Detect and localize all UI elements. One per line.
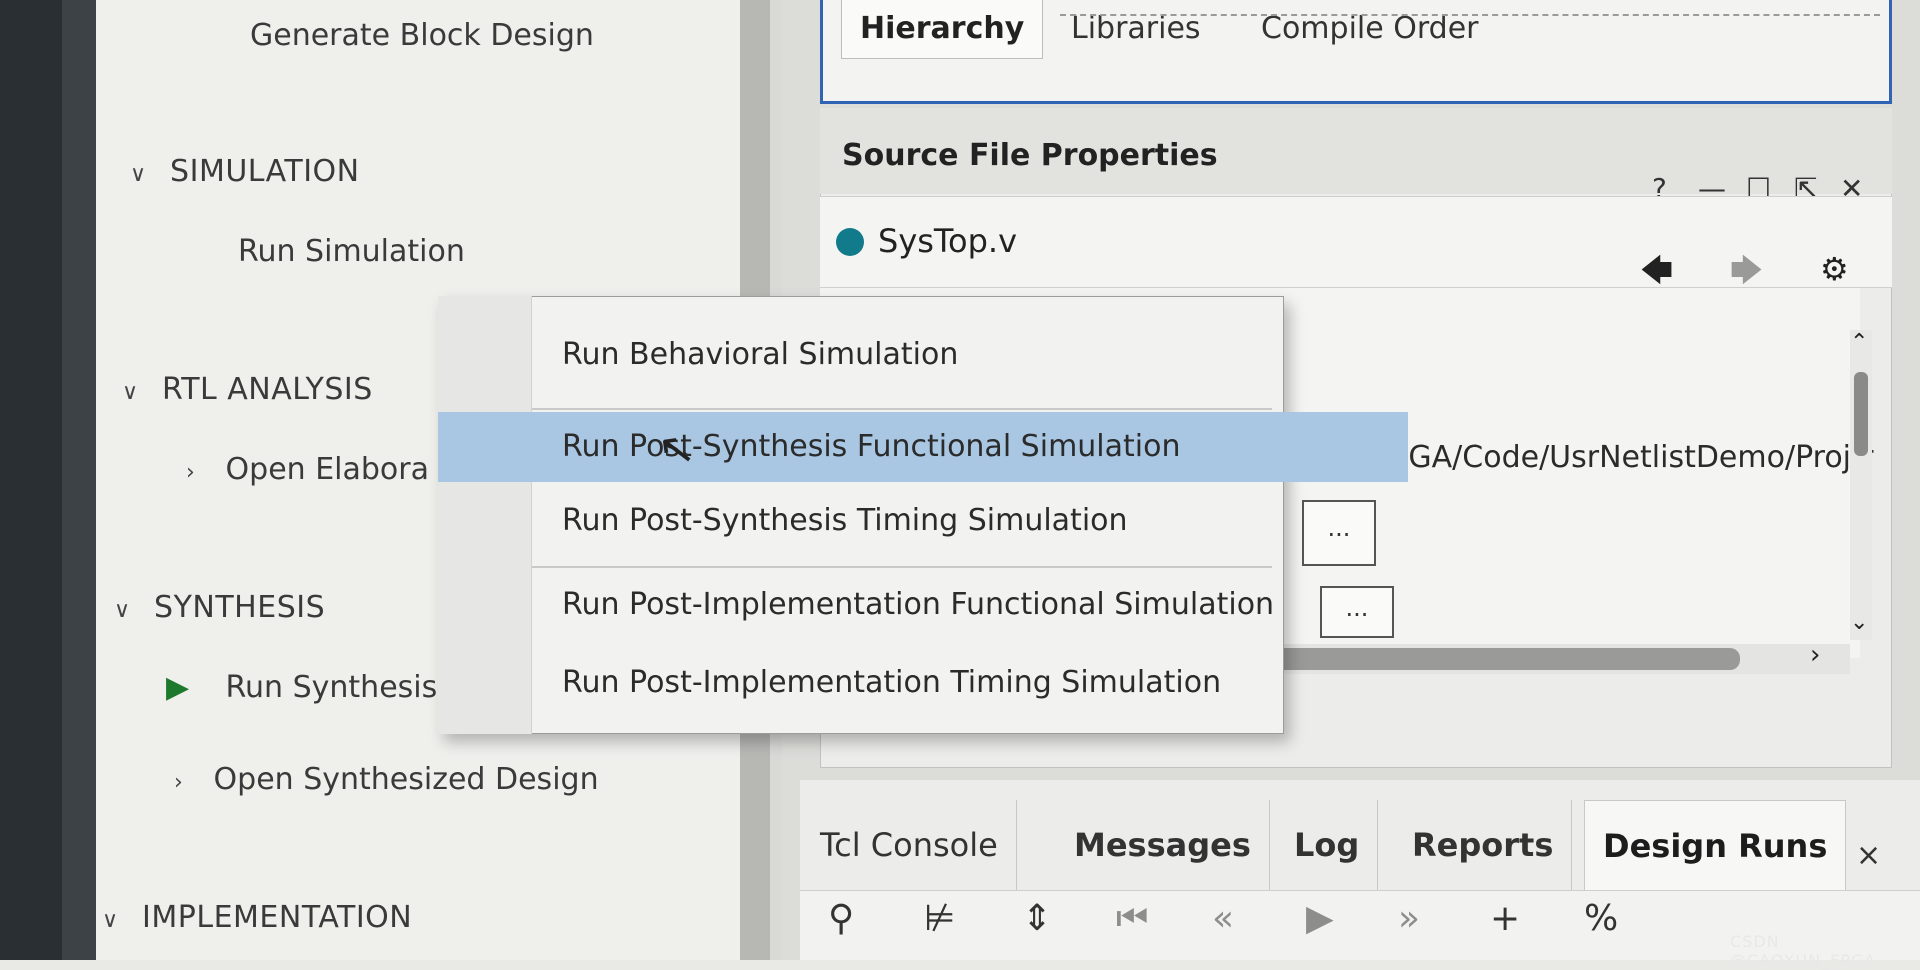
search-icon[interactable]: ⚲ (828, 898, 854, 939)
tab-compile-order[interactable]: Compile Order (1243, 0, 1497, 58)
nav-section-label: SIMULATION (170, 154, 360, 189)
mouse-cursor-icon: ↖ (654, 421, 699, 478)
nav-section-label: IMPLEMENTATION (142, 900, 413, 935)
close-icon[interactable]: × (1856, 838, 1881, 873)
nav-item-label: Run Synthesis (225, 670, 438, 705)
tab-libraries[interactable]: Libraries (1053, 0, 1219, 58)
nav-section-rtl-analysis[interactable]: ∨ RTL ANALYSIS (122, 372, 373, 407)
chevron-down-icon: ∨ (122, 380, 139, 405)
tab-tcl-console[interactable]: Tcl Console (802, 800, 1017, 890)
panel-title: Source File Properties (842, 138, 1218, 173)
collapse-all-icon[interactable]: ⊭ (924, 898, 955, 939)
file-name: SysTop.v (878, 222, 1018, 260)
watermark: CSDN @CAOXUN_FPGA (1730, 932, 1877, 970)
scrollbar-thumb[interactable] (1854, 372, 1868, 456)
plus-icon[interactable]: + (1490, 898, 1520, 939)
nav-section-implementation[interactable]: ∨ IMPLEMENTATION (102, 900, 412, 935)
window-bezel (0, 0, 62, 960)
nav-item-run-simulation[interactable]: Run Simulation (238, 234, 465, 269)
menu-item-run-post-synthesis-functional-simulation[interactable]: Run Post-Synthesis Functional Simulation (438, 412, 1408, 482)
file-status-dot (836, 228, 864, 256)
tab-log[interactable]: Log (1276, 800, 1379, 890)
run-play-icon: ▶ (166, 670, 190, 705)
tab-messages[interactable]: Messages (1056, 800, 1270, 890)
nav-item-run-synthesis[interactable]: ▶ Run Synthesis (166, 670, 437, 705)
next-icon[interactable]: » (1398, 898, 1420, 939)
nav-item-label: Open Synthesized Design (213, 762, 599, 797)
percent-icon[interactable]: % (1584, 898, 1618, 939)
play-icon[interactable]: ▶ (1306, 898, 1334, 939)
window-bezel-inner (62, 0, 96, 960)
tab-reports[interactable]: Reports (1394, 800, 1573, 890)
menu-item-run-behavioral-simulation[interactable]: Run Behavioral Simulation (438, 320, 1408, 390)
menu-item-run-post-implementation-functional-simulation[interactable]: Run Post-Implementation Functional Simul… (438, 570, 1408, 640)
nav-section-label: RTL ANALYSIS (162, 372, 373, 407)
chevron-down-icon[interactable]: ⌄ (1850, 610, 1868, 635)
menu-separator (532, 566, 1272, 568)
chevron-up-icon[interactable]: ⌃ (1850, 330, 1868, 355)
tab-design-runs[interactable]: Design Runs (1584, 800, 1847, 891)
nav-item-open-elaborated[interactable]: › Open Elabora (186, 452, 429, 487)
gear-icon[interactable]: ⚙ (1820, 250, 1849, 288)
chevron-right-icon: › (186, 460, 195, 485)
chevron-right-icon: › (174, 770, 183, 795)
first-icon[interactable]: ⏮ (1116, 898, 1148, 940)
chevron-right-icon[interactable]: › (1810, 640, 1820, 670)
nav-section-label: SYNTHESIS (154, 590, 326, 625)
expand-all-icon[interactable]: ⇕ (1022, 898, 1052, 939)
nav-item-open-synthesized[interactable]: › Open Synthesized Design (174, 762, 599, 797)
chevron-down-icon: ∨ (130, 162, 147, 187)
chevron-down-icon: ∨ (114, 598, 131, 623)
chevron-down-icon: ∨ (102, 908, 119, 933)
panel-divider (1060, 14, 1880, 16)
previous-icon[interactable]: « (1212, 898, 1234, 939)
tab-hierarchy[interactable]: Hierarchy (841, 0, 1044, 59)
nav-section-synthesis[interactable]: ∨ SYNTHESIS (114, 590, 325, 625)
menu-item-run-post-implementation-timing-simulation[interactable]: Run Post-Implementation Timing Simulatio… (438, 648, 1408, 718)
nav-section-simulation[interactable]: ∨ SIMULATION (130, 154, 360, 189)
menu-separator (532, 408, 1272, 410)
nav-item-label: Open Elabora (225, 452, 429, 487)
menu-item-run-post-synthesis-timing-simulation[interactable]: Run Post-Synthesis Timing Simulation (438, 486, 1408, 556)
nav-item-generate-block-design[interactable]: Generate Block Design (250, 18, 594, 53)
